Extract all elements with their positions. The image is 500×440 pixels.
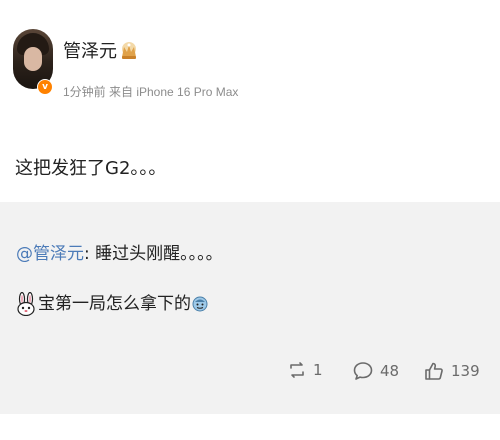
like-count: 139 [451, 362, 480, 380]
weibo-card: v 管泽元 1分钟前 来自 iPhone 16 Pro Max 这把发狂了G2。… [0, 0, 500, 440]
repost-icon [290, 362, 304, 378]
bottom-divider [0, 414, 500, 440]
repost-count: 1 [313, 361, 323, 379]
comment-line: 宝第一局怎么拿下的 [16, 292, 208, 316]
mention-text: : 睡过头刚醒。。。。 [84, 244, 223, 264]
original-post: v 管泽元 1分钟前 来自 iPhone 16 Pro Max 这把发狂了G2。… [0, 0, 500, 202]
comment-button[interactable]: 48 [352, 360, 399, 382]
comment-count: 48 [380, 362, 400, 380]
post-text: 这把发狂了G2。。。 [15, 158, 167, 179]
username[interactable]: 管泽元 [63, 41, 117, 63]
comment-icon [353, 362, 373, 380]
post-meta: 1分钟前 来自 iPhone 16 Pro Max [63, 85, 239, 99]
verified-badge: v [37, 79, 53, 95]
repost-button[interactable]: 1 [287, 360, 323, 380]
crown-icon [122, 42, 136, 59]
action-bar: 1 48 139 [0, 352, 500, 392]
like-icon [425, 362, 443, 380]
like-button[interactable]: 139 [423, 360, 480, 382]
mention-link[interactable]: @管泽元 [16, 244, 84, 264]
comment-text: 宝第一局怎么拿下的 [38, 294, 191, 314]
bunny-icon [17, 292, 35, 316]
mention-line: @管泽元: 睡过头刚醒。。。。 [16, 242, 223, 266]
reply-section: @管泽元: 睡过头刚醒。。。。 宝第一局怎么拿下的 1 48 139 [0, 202, 500, 414]
face-emoji-icon [192, 296, 208, 312]
